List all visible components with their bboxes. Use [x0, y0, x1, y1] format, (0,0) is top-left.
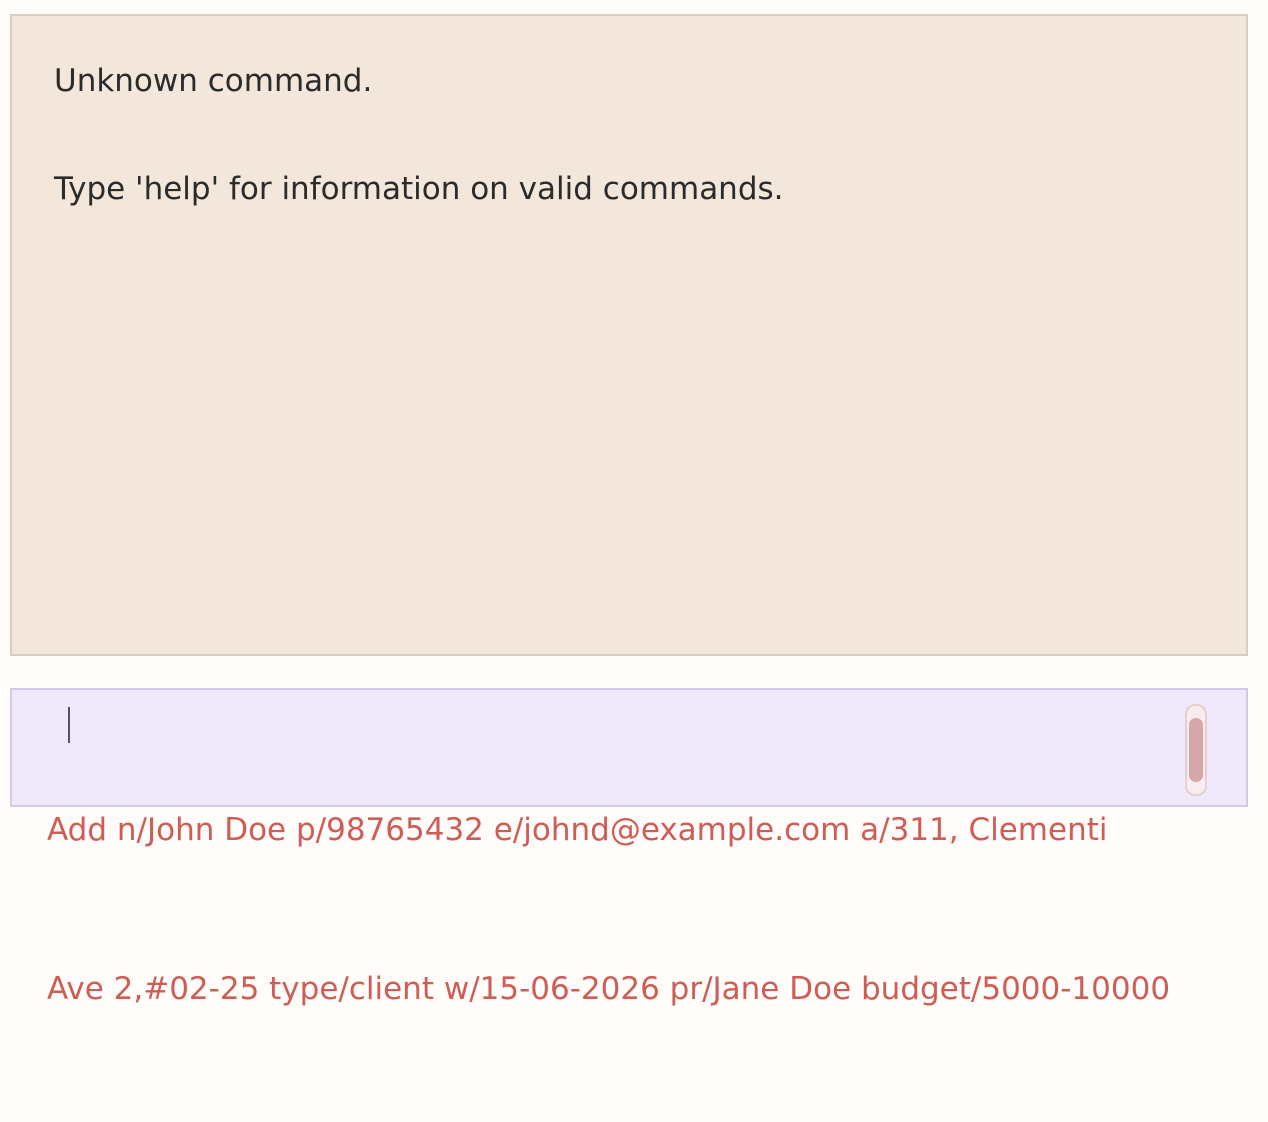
command-input[interactable]: Add n/John Doe p/98765432 e/johnd@exampl… — [47, 698, 1171, 1122]
command-input-line-2: Ave 2,#02-25 type/client w/15-06-2026 pr… — [47, 971, 1171, 1007]
result-display: Unknown command. Type 'help' for informa… — [10, 14, 1248, 656]
result-hint-line: Type 'help' for information on valid com… — [54, 171, 784, 207]
result-spacer — [54, 108, 1204, 162]
command-input-scrollbar[interactable] — [1185, 704, 1207, 796]
result-message-line: Unknown command. — [54, 63, 373, 99]
command-input-line-1: Add n/John Doe p/98765432 e/johnd@exampl… — [47, 812, 1108, 848]
text-caret — [68, 707, 70, 743]
scrollbar-thumb[interactable] — [1189, 718, 1203, 782]
command-input-box[interactable]: Add n/John Doe p/98765432 e/johnd@exampl… — [10, 688, 1248, 1007]
